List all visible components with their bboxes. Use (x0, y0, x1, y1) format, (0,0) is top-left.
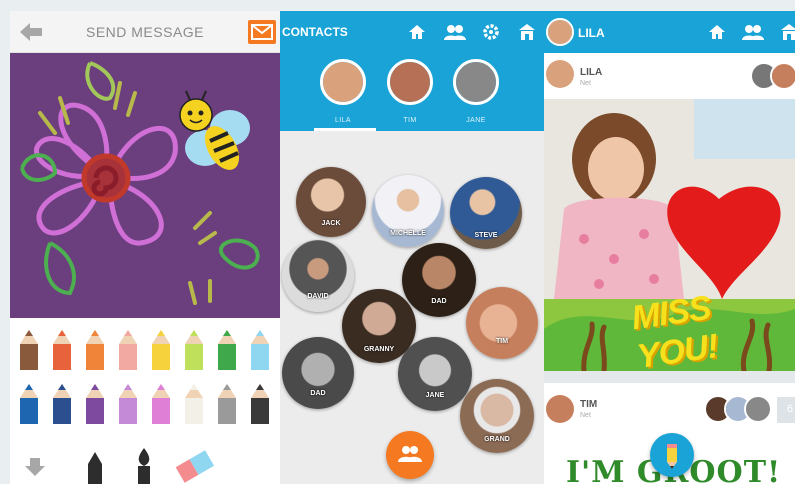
page-title: LILA (578, 26, 605, 40)
group-icon[interactable] (742, 23, 764, 41)
compose-button[interactable] (650, 433, 694, 477)
pencil-color-swatch[interactable] (148, 382, 174, 424)
contacts-header: CONTACTS LILA TIM JANE (280, 11, 544, 131)
bee-sticker (179, 90, 250, 170)
contact-bubble-grand[interactable]: GRAND (460, 379, 534, 453)
contact-name: DAD (431, 298, 447, 305)
contact-bubble-dad[interactable]: DAD (402, 243, 476, 317)
pencil-color-swatch[interactable] (16, 328, 42, 370)
add-group-button[interactable] (386, 431, 434, 479)
add-group-icon (398, 446, 422, 462)
inbox-icon[interactable] (780, 23, 795, 41)
pencil-color-swatch[interactable] (115, 382, 141, 424)
contact-name: MICHELLE (390, 230, 426, 237)
gear-icon[interactable] (482, 23, 500, 41)
contact-bubble-steve[interactable]: STEVE (450, 177, 522, 249)
pencil-color-swatch[interactable] (49, 328, 75, 370)
conversation-header: LILA (544, 11, 795, 53)
avatar (546, 395, 574, 423)
contact-bubble-dad-2[interactable]: DAD (282, 337, 354, 409)
contact-name: TIM (403, 117, 417, 124)
app-screens: SEND MESSAGE CONTACTS LILA TIM JANE JACK… (0, 0, 795, 484)
down-arrow-icon[interactable] (24, 456, 46, 478)
contact-name: LILA (335, 117, 351, 124)
inbox-icon[interactable] (518, 23, 536, 41)
contact-name: JANE (466, 117, 486, 124)
selected-tab-indicator (314, 128, 376, 131)
marker-icon[interactable] (84, 450, 106, 484)
send-message-header: SEND MESSAGE (10, 11, 280, 53)
pencil-color-swatch[interactable] (181, 328, 207, 370)
message-photo[interactable]: MISS YOU! (544, 99, 795, 371)
color-palette (10, 318, 280, 484)
contact-bubble-david[interactable]: DAVID (282, 240, 354, 312)
eraser-icon[interactable] (172, 450, 216, 484)
avatar (546, 60, 574, 88)
contact-name: DAVID (307, 293, 329, 300)
drawing-canvas[interactable] (10, 53, 280, 318)
pencil-color-swatch[interactable] (115, 328, 141, 370)
recipient-avatar (770, 62, 795, 90)
contact-name: GRAND (484, 436, 510, 443)
page-title: CONTACTS (282, 25, 348, 39)
mail-icon[interactable] (248, 20, 276, 44)
contact-name: JACK (321, 220, 341, 227)
contact-bubble-jack[interactable]: JACK (296, 167, 366, 237)
brush-icon[interactable] (132, 446, 156, 484)
contacts-screen: CONTACTS LILA TIM JANE JACK MICHELLE STE… (280, 11, 544, 484)
home-icon[interactable] (408, 23, 426, 41)
avatar (453, 59, 499, 105)
pencil-color-swatch[interactable] (181, 382, 207, 424)
pencil-icon (667, 444, 677, 469)
pencil-color-swatch[interactable] (16, 382, 42, 424)
pencil-color-swatch[interactable] (214, 382, 240, 424)
avatar (387, 59, 433, 105)
group-icon[interactable] (444, 23, 466, 41)
sender-subtitle: Net (580, 412, 591, 419)
contact-name: STEVE (474, 232, 498, 239)
top-contact-tim[interactable]: TIM (387, 59, 433, 124)
conversation-screen: LILA LILA Net MISS YOU! TIM Net 6 I'M GR… (544, 11, 795, 484)
contact-name: DAD (310, 390, 326, 397)
avatar (320, 59, 366, 105)
send-message-screen: SEND MESSAGE (10, 11, 280, 484)
more-recipients-count: 6 (777, 397, 795, 423)
message-card[interactable]: LILA Net MISS YOU! (544, 53, 795, 371)
sender-subtitle: Net (580, 80, 591, 87)
recipient-avatar (744, 395, 772, 423)
sender-name: TIM (580, 399, 598, 410)
pencil-color-swatch[interactable] (148, 328, 174, 370)
contact-bubble-jane[interactable]: JANE (398, 337, 472, 411)
home-icon[interactable] (708, 23, 726, 41)
contact-bubble-tim[interactable]: TIM (466, 287, 538, 359)
pencil-color-swatch[interactable] (49, 382, 75, 424)
drawing (20, 61, 260, 305)
page-title: SEND MESSAGE (85, 24, 205, 40)
contact-name: JANE (425, 392, 445, 399)
pencil-color-swatch[interactable] (82, 382, 108, 424)
pencil-color-swatch[interactable] (214, 328, 240, 370)
pencil-color-swatch[interactable] (247, 382, 273, 424)
sender-name: LILA (580, 67, 603, 78)
pencil-color-swatch[interactable] (82, 328, 108, 370)
avatar[interactable] (546, 18, 574, 46)
contact-bubble-michelle[interactable]: MICHELLE (372, 175, 444, 247)
contact-name: TIM (495, 338, 509, 345)
top-contact-lila[interactable]: LILA (320, 59, 366, 124)
pencil-color-swatch[interactable] (247, 328, 273, 370)
top-contact-jane[interactable]: JANE (453, 59, 499, 124)
